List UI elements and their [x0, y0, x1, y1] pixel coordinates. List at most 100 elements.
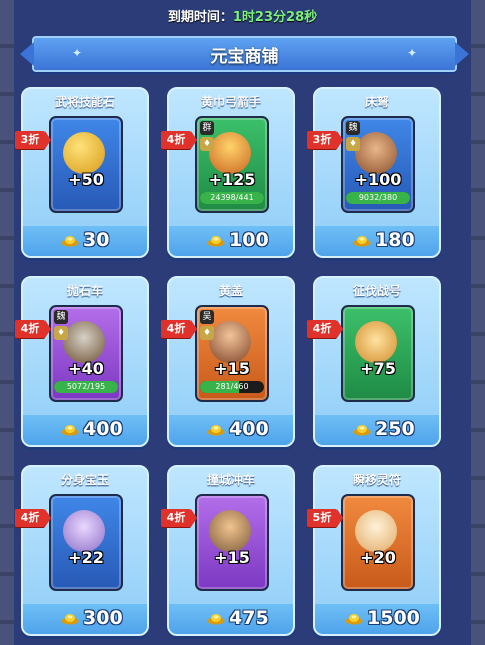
item-amount: +20 [360, 548, 396, 567]
item-amount: +15 [214, 548, 250, 567]
item-tile[interactable]: 吴 ♦ +15 281/460 [195, 305, 269, 402]
troop-class-icon: ♦ [200, 326, 214, 340]
price-value: 300 [83, 607, 123, 629]
catapult-icon [63, 321, 105, 363]
item-name: 黄盖 [218, 284, 243, 298]
skill-stone-icon [63, 132, 105, 174]
teleport-talisman-icon [355, 510, 397, 552]
discount-tag: 4折 [161, 509, 197, 527]
price-value: 475 [229, 607, 269, 629]
gold-ingot-icon [353, 425, 371, 436]
stone-wall-right [471, 0, 485, 645]
price-value: 100 [229, 229, 269, 251]
gold-ingot-icon [353, 236, 371, 247]
troop-class-icon: ♦ [200, 137, 214, 151]
shop-item-card[interactable]: 瞬移灵符 +20 5折 1500 [307, 465, 441, 636]
discount-tag: 4折 [161, 131, 197, 149]
buy-button[interactable]: 180 [315, 226, 439, 256]
price-value: 400 [229, 418, 269, 440]
shop-title: 元宝商铺 [210, 47, 279, 67]
timer-label: 到期时间： [167, 10, 233, 25]
fragment-progress-bar: 5072/195 [54, 381, 118, 393]
discount-tag: 4折 [15, 509, 51, 527]
item-tile[interactable]: +22 [49, 494, 123, 591]
fragment-progress-bar: 281/460 [200, 381, 264, 393]
shop-item-card[interactable]: 武将技能石 +50 3折 30 [15, 87, 149, 258]
price-value: 400 [83, 418, 123, 440]
troop-class-icon: ♦ [346, 137, 360, 151]
item-name: 分身宝玉 [60, 473, 109, 487]
item-name: 床弩 [364, 95, 389, 109]
item-tile[interactable]: 魏 ♦ +40 5072/195 [49, 305, 123, 402]
discount-tag: 3折 [307, 131, 343, 149]
discount-tag: 4折 [161, 320, 197, 338]
discount-tag: 4折 [307, 320, 343, 338]
buy-button[interactable]: 400 [23, 415, 147, 445]
battering-ram-icon [209, 510, 251, 552]
fragment-progress-text: 5072/195 [66, 382, 106, 391]
item-name: 征伐战号 [352, 284, 401, 298]
shop-item-card[interactable]: 黄巾弓箭手群 ♦ +125 24398/441 4折 100 [161, 87, 295, 258]
shop-item-card[interactable]: 抛石车魏 ♦ +40 5072/195 4折 400 [15, 276, 149, 447]
shop-item-card[interactable]: 分身宝玉 +22 4折 300 [15, 465, 149, 636]
item-name: 抛石车 [66, 284, 103, 298]
discount-tag: 3折 [15, 131, 51, 149]
huang-gai-hero-icon [209, 321, 251, 363]
discount-tag: 4折 [15, 320, 51, 338]
buy-button[interactable]: 1500 [315, 604, 439, 634]
buy-button[interactable]: 475 [169, 604, 293, 634]
buy-button[interactable]: 400 [169, 415, 293, 445]
ballista-icon [355, 132, 397, 174]
fragment-progress-text: 281/460 [215, 382, 249, 391]
item-amount: +75 [360, 359, 396, 378]
faction-badge: 魏 [346, 121, 360, 135]
buy-button[interactable]: 250 [315, 415, 439, 445]
item-name: 武将技能石 [54, 95, 115, 109]
item-tile[interactable]: 群 ♦ +125 24398/441 [195, 116, 269, 213]
buy-button[interactable]: 300 [23, 604, 147, 634]
expiry-timer: 到期时间：1时23分28秒 [0, 6, 485, 25]
timer-value: 1时23分28秒 [232, 10, 318, 25]
fragment-progress-bar: 24398/441 [200, 192, 264, 204]
war-horn-icon [355, 321, 397, 363]
item-amount: +100 [354, 170, 402, 189]
item-amount: +125 [208, 170, 256, 189]
troop-class-icon: ♦ [54, 326, 68, 340]
price-value: 30 [83, 229, 110, 251]
shop-item-card[interactable]: 征伐战号 +75 4折 250 [307, 276, 441, 447]
gold-ingot-icon [207, 614, 225, 625]
buy-button[interactable]: 100 [169, 226, 293, 256]
item-tile[interactable]: +15 [195, 494, 269, 591]
sparkle-icon: ✦ [406, 46, 417, 60]
shop-item-card[interactable]: 黄盖吴 ♦ +15 281/460 4折 400 [161, 276, 295, 447]
buy-button[interactable]: 30 [23, 226, 147, 256]
shop-item-card[interactable]: 撞城冲车 +15 4折 475 [161, 465, 295, 636]
item-amount: +22 [68, 548, 104, 567]
gold-ingot-icon [61, 425, 79, 436]
jade-gem-icon [63, 510, 105, 552]
price-value: 180 [375, 229, 415, 251]
fragment-progress-bar: 9032/380 [346, 192, 410, 204]
gold-ingot-icon [207, 236, 225, 247]
item-tile[interactable]: +75 [341, 305, 415, 402]
item-amount: +40 [68, 359, 104, 378]
shop-item-card[interactable]: 床弩魏 ♦ +100 9032/380 3折 180 [307, 87, 441, 258]
item-tile[interactable]: +20 [341, 494, 415, 591]
item-name: 撞城冲车 [206, 473, 255, 487]
stone-wall-left [0, 0, 14, 645]
item-name: 瞬移灵符 [352, 473, 401, 487]
gold-ingot-icon [207, 425, 225, 436]
discount-tag: 5折 [307, 509, 343, 527]
gold-ingot-icon [345, 614, 363, 625]
item-tile[interactable]: 魏 ♦ +100 9032/380 [341, 116, 415, 213]
item-tile[interactable]: +50 [49, 116, 123, 213]
price-value: 250 [375, 418, 415, 440]
item-amount: +15 [214, 359, 250, 378]
gold-ingot-icon [61, 614, 79, 625]
gold-ingot-icon [61, 236, 79, 247]
shop-title-banner: ✦ 元宝商铺 ✦ [20, 36, 469, 72]
archer-hero-icon [209, 132, 251, 174]
faction-badge: 吴 [200, 310, 214, 324]
fragment-progress-text: 24398/441 [210, 193, 254, 202]
faction-badge: 群 [200, 121, 214, 135]
